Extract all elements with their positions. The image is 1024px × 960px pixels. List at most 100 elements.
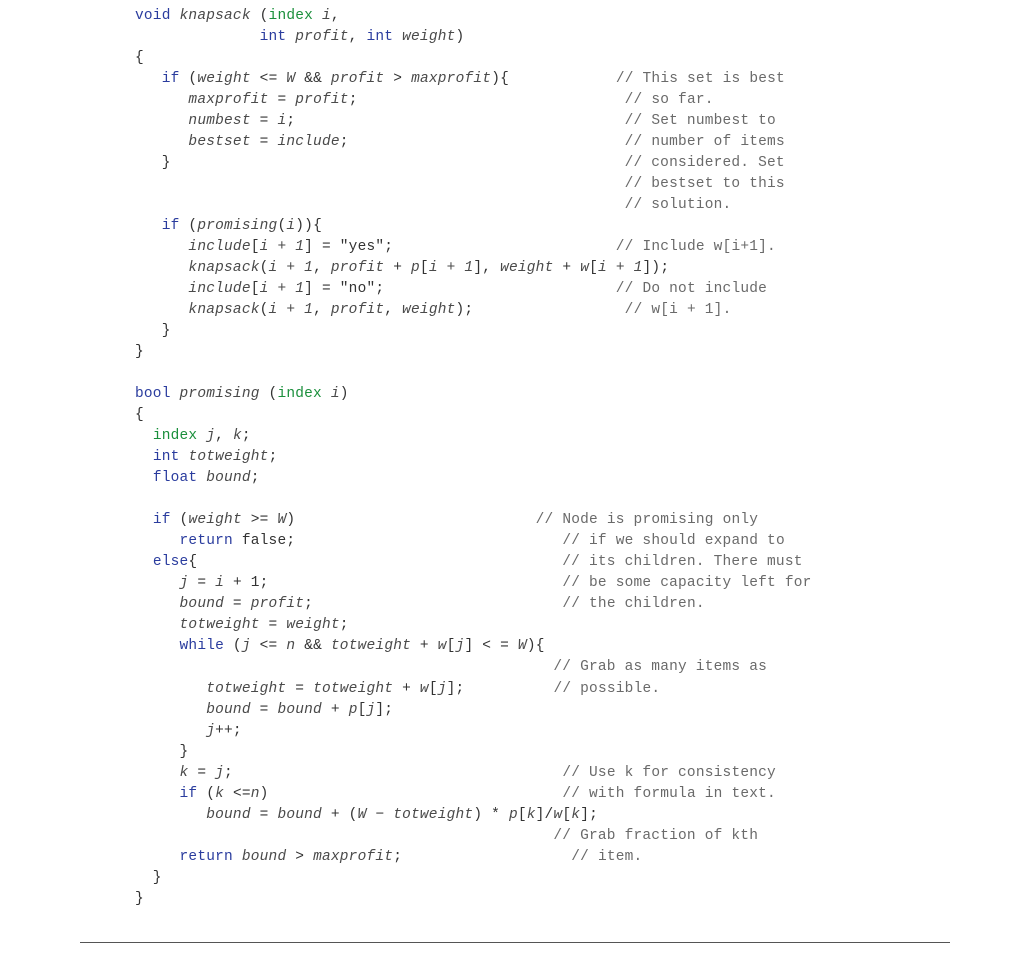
id: weight [402, 302, 455, 318]
op: = [322, 281, 331, 297]
comment: // the children. [562, 596, 704, 612]
comment: // Use k for consistency [562, 765, 776, 781]
id: i + 1 [269, 260, 314, 276]
op: <= [260, 71, 278, 87]
id: weight [188, 512, 241, 528]
id: p [509, 807, 518, 823]
id: include [188, 239, 250, 255]
id: j [456, 638, 465, 654]
op: <= [260, 638, 278, 654]
code-listing: void knapsack (index i, int profit, int … [0, 0, 905, 910]
id: k [527, 807, 536, 823]
comment: // Node is promising only [536, 512, 759, 528]
comment: // be some capacity left for [562, 575, 811, 591]
id: w [580, 260, 589, 276]
id: k [215, 786, 224, 802]
id: w [420, 681, 429, 697]
kw-int: int [366, 29, 393, 45]
kw-while: while [180, 638, 225, 654]
fn-name: knapsack [180, 8, 251, 24]
comment: // w[i + 1]. [625, 302, 732, 318]
id: bound [242, 849, 287, 865]
id: W [286, 71, 295, 87]
op: = [260, 113, 269, 129]
id: i [277, 113, 286, 129]
kw-return: return [180, 849, 233, 865]
id: bound [277, 807, 322, 823]
id: k [571, 807, 580, 823]
str: "no" [340, 281, 376, 297]
comment: // Set numbest to [625, 113, 776, 129]
kw-bool: bool [135, 386, 171, 402]
comment: // Do not include [616, 281, 767, 297]
id: i + 1 [269, 302, 314, 318]
kw-if: if [162, 71, 180, 87]
id: totweight [206, 681, 286, 697]
id: totweight [180, 617, 260, 633]
lit: false [242, 533, 287, 549]
id: weight [197, 71, 250, 87]
id: p [411, 260, 420, 276]
arg: i [322, 8, 331, 24]
comment: // This set is best [616, 71, 785, 87]
id: j [215, 765, 224, 781]
id: i + 1 [260, 281, 305, 297]
type-index: index [277, 386, 322, 402]
id: k [180, 765, 189, 781]
id: promising [197, 218, 277, 234]
id: j [367, 702, 376, 718]
id: i + 1 [598, 260, 643, 276]
id: w [438, 638, 447, 654]
op: = [277, 92, 286, 108]
kw-if: if [180, 786, 198, 802]
str: "yes" [340, 239, 385, 255]
id: W [518, 638, 527, 654]
id: totweight [188, 449, 268, 465]
kw-float: float [153, 470, 198, 486]
id: n [286, 638, 295, 654]
id: totweight [313, 681, 393, 697]
id: include [188, 281, 250, 297]
id: bound [206, 702, 251, 718]
comment: // considered. Set [625, 155, 785, 171]
id: include [277, 134, 339, 150]
id: i [215, 575, 224, 591]
type-index: index [269, 8, 314, 24]
comment: // Include w[i+1]. [616, 239, 776, 255]
id: bound [206, 807, 251, 823]
id: W [277, 512, 286, 528]
comment: // Grab fraction of kth [553, 828, 758, 844]
id: maxprofit [313, 849, 393, 865]
comment: // bestset to this [625, 176, 785, 192]
kw-void: void [135, 8, 171, 24]
id: W [358, 807, 367, 823]
id: weight [286, 617, 339, 633]
arg: weight [402, 29, 455, 45]
comment: // item. [571, 849, 642, 865]
id: j [206, 428, 215, 444]
kw-if: if [162, 218, 180, 234]
id: i [286, 218, 295, 234]
id: profit [251, 596, 304, 612]
comment: // its children. There must [562, 554, 802, 570]
arg: profit [295, 29, 348, 45]
comment: // possible. [553, 681, 660, 697]
op: < = [482, 638, 509, 654]
comment: // Grab as many items as [553, 659, 767, 675]
id: i + 1 [260, 239, 305, 255]
id: profit [331, 260, 384, 276]
op: >= [251, 512, 269, 528]
id: maxprofit [411, 71, 491, 87]
comment: // with formula in text. [562, 786, 776, 802]
comment: // solution. [625, 197, 732, 213]
id: profit [295, 92, 348, 108]
arg: i [331, 386, 340, 402]
comment: // number of items [625, 134, 785, 150]
id: j [438, 681, 447, 697]
id: totweight [331, 638, 411, 654]
id: bound [180, 596, 225, 612]
fn-name: promising [180, 386, 260, 402]
kw-if: if [153, 512, 171, 528]
id: j [206, 723, 215, 739]
id: j [242, 638, 251, 654]
